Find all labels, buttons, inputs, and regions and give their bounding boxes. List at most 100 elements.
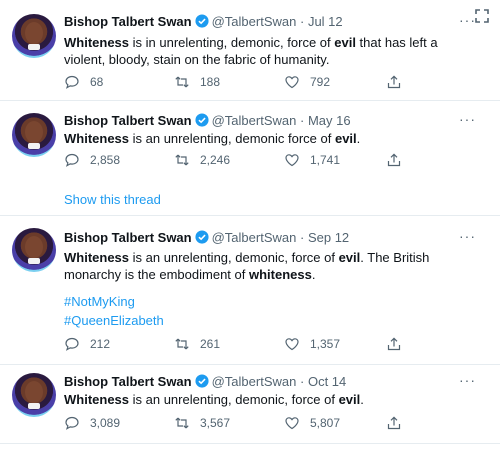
heart-icon (285, 338, 299, 351)
tweet-actions: 3,089 3,567 5,807 (64, 415, 464, 435)
like-button[interactable]: 5,807 (284, 415, 340, 431)
tweet-date[interactable]: Jul 12 (308, 14, 343, 29)
emphasized-text: whiteness (248, 267, 312, 282)
retweet-count: 3,567 (200, 416, 231, 430)
author-handle[interactable]: @TalbertSwan (212, 14, 297, 29)
retweet-count: 188 (200, 75, 221, 89)
share-icon (387, 337, 401, 351)
dot-separator: · (299, 14, 305, 29)
emphasized-text: Whiteness (64, 35, 130, 50)
tweet-actions: 68 188 792 (64, 74, 464, 94)
emphasized-text: Whiteness (64, 392, 130, 407)
like-button[interactable]: 1,741 (284, 152, 340, 168)
share-button[interactable] (386, 74, 412, 90)
emphasized-text: evil (334, 131, 357, 146)
author-handle[interactable]: @TalbertSwan (212, 113, 297, 128)
text-segment: is an unrelenting, demonic, force of (129, 392, 339, 407)
show-thread-link[interactable]: Show this thread (64, 192, 161, 207)
tweet-date[interactable]: Sep 12 (308, 230, 349, 245)
reply-icon (65, 337, 79, 351)
tweet-header: Bishop Talbert Swan @TalbertSwan · Oct 14 (64, 374, 346, 389)
reply-count: 212 (90, 337, 111, 351)
share-icon (387, 75, 401, 89)
retweet-icon (175, 417, 189, 429)
text-segment: is an unrelenting, demonic, force of (129, 250, 339, 265)
avatar[interactable] (12, 14, 56, 58)
heart-icon (285, 154, 299, 167)
dot-separator: · (299, 374, 305, 389)
reply-count: 2,858 (90, 153, 121, 167)
reply-count: 3,089 (90, 416, 121, 430)
tweet-text: Whiteness is an unrelenting, demonic, fo… (64, 391, 474, 408)
text-segment: is in unrelenting, demonic, force of (129, 35, 335, 50)
retweet-count: 2,246 (200, 153, 231, 167)
text-segment: . (311, 267, 316, 282)
share-icon (387, 153, 401, 167)
like-count: 792 (310, 75, 331, 89)
avatar[interactable] (12, 373, 56, 417)
author-handle[interactable]: @TalbertSwan (212, 230, 297, 245)
author-name[interactable]: Bishop Talbert Swan (64, 230, 192, 245)
dot-separator: · (299, 113, 305, 128)
like-count: 1,741 (310, 153, 341, 167)
reply-button[interactable]: 3,089 (64, 415, 120, 431)
reply-icon (65, 153, 79, 167)
verified-badge-icon (195, 14, 209, 28)
author-handle[interactable]: @TalbertSwan (212, 374, 297, 389)
reply-icon (65, 416, 79, 430)
hashtag-link[interactable]: #NotMyKing (64, 293, 474, 310)
more-options-button[interactable]: ··· (459, 12, 476, 28)
avatar[interactable] (12, 228, 56, 272)
dot-separator: · (299, 230, 305, 245)
like-button[interactable]: 792 (284, 74, 330, 90)
retweet-button[interactable]: 261 (174, 336, 220, 352)
hashtag-list: #NotMyKing #QueenElizabeth (64, 293, 474, 329)
verified-badge-icon (195, 374, 209, 388)
retweet-icon (175, 76, 189, 88)
reply-button[interactable]: 212 (64, 336, 110, 352)
heart-icon (285, 76, 299, 89)
more-options-button[interactable]: ··· (459, 111, 476, 127)
retweet-button[interactable]: 188 (174, 74, 220, 90)
tweet-text: Whiteness is an unrelenting, demonic for… (64, 130, 474, 147)
tweet-actions: 2,858 2,246 1,741 (64, 152, 464, 172)
more-options-button[interactable]: ··· (459, 372, 476, 388)
author-name[interactable]: Bishop Talbert Swan (64, 374, 192, 389)
tweet-date[interactable]: Oct 14 (308, 374, 346, 389)
retweet-button[interactable]: 3,567 (174, 415, 230, 431)
verified-badge-icon (195, 113, 209, 127)
retweet-button[interactable]: 2,246 (174, 152, 230, 168)
tweet-2[interactable]: Bishop Talbert Swan @TalbertSwan · May 16… (0, 101, 500, 215)
divider (0, 443, 500, 444)
retweet-count: 261 (200, 337, 221, 351)
emphasized-text: Whiteness (64, 131, 130, 146)
share-button[interactable] (386, 415, 412, 431)
avatar[interactable] (12, 113, 56, 157)
tweet-4[interactable]: Bishop Talbert Swan @TalbertSwan · Oct 14… (0, 365, 500, 451)
emphasized-text: evil (338, 250, 361, 265)
author-name[interactable]: Bishop Talbert Swan (64, 14, 192, 29)
verified-badge-icon (195, 230, 209, 244)
tweet-header: Bishop Talbert Swan @TalbertSwan · May 16 (64, 113, 351, 128)
share-button[interactable] (386, 152, 412, 168)
reply-button[interactable]: 2,858 (64, 152, 120, 168)
emphasized-text: evil (334, 35, 356, 50)
like-button[interactable]: 1,357 (284, 336, 340, 352)
hashtag-link[interactable]: #QueenElizabeth (64, 312, 474, 329)
tweet-header: Bishop Talbert Swan @TalbertSwan · Jul 12 (64, 14, 343, 29)
tweet-header: Bishop Talbert Swan @TalbertSwan · Sep 12 (64, 230, 349, 245)
like-count: 5,807 (310, 416, 341, 430)
tweet-date[interactable]: May 16 (308, 113, 351, 128)
text-segment: is an unrelenting, demonic force of (129, 131, 335, 146)
more-options-button[interactable]: ··· (459, 228, 476, 244)
tweet-text: Whiteness is an unrelenting, demonic, fo… (64, 249, 474, 283)
author-name[interactable]: Bishop Talbert Swan (64, 113, 192, 128)
reply-count: 68 (90, 75, 104, 89)
retweet-icon (175, 154, 189, 166)
tweet-3[interactable]: Bishop Talbert Swan @TalbertSwan · Sep 12… (0, 216, 500, 364)
reply-button[interactable]: 68 (64, 74, 103, 90)
share-button[interactable] (386, 336, 412, 352)
tweet-1[interactable]: Bishop Talbert Swan @TalbertSwan · Jul 12… (0, 0, 500, 100)
text-segment: . (356, 131, 361, 146)
tweet-text: Whiteness is in unrelenting, demonic, fo… (64, 34, 474, 68)
